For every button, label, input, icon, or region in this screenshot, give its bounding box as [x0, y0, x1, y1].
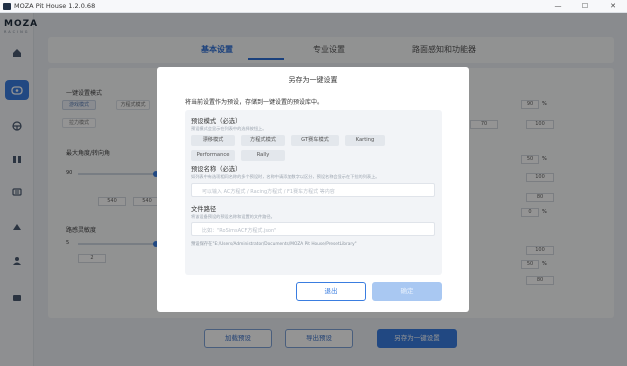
preset-mode-performance[interactable]: Performance — [191, 150, 235, 161]
maximize-button[interactable]: ☐ — [575, 0, 595, 13]
exit-button[interactable]: 退出 — [296, 282, 366, 301]
close-button[interactable]: ✕ — [603, 0, 623, 13]
save-preset-dialog: 另存为一键设置 将当前设置作为预设，存储到一键设置的预设库中。 预设模式（必选）… — [157, 67, 469, 312]
window-title: MOZA Pit House 1.2.0.68 — [14, 2, 96, 10]
file-path-subtitle: 将该设备预设的预设名称和设置的文件路径。 — [191, 214, 275, 219]
preset-mode-title: 预设模式（必选） — [191, 118, 242, 125]
preset-mode-karting[interactable]: Karting — [345, 135, 385, 146]
file-path-placeholder: 比如："RoSimsACF方程式.json" — [202, 228, 277, 234]
dialog-title: 另存为一键设置 — [288, 76, 338, 84]
file-path-hint: 预设保存在"E:/Users/Administrator/Documents/M… — [191, 242, 357, 247]
file-path-title: 文件路径 — [191, 206, 217, 213]
confirm-button[interactable]: 确定 — [372, 282, 442, 301]
preset-name-title: 预设名称（必选） — [191, 166, 242, 173]
preset-mode-formula[interactable]: 方程式模式 — [241, 135, 285, 146]
minimize-button[interactable]: — — [548, 0, 568, 13]
preset-name-input[interactable]: 可以输入 AC方程式 / Racing方程式 / F1赛车方程式 等内容 — [191, 183, 435, 197]
preset-mode-drift[interactable]: 漂移模式 — [191, 135, 235, 146]
file-path-input[interactable]: 比如："RoSimsACF方程式.json" — [191, 222, 435, 236]
preset-name-subtitle: 如列表中有选项相同名称的多个预设时，名称中请添加数字以区分，预设名称会显示在下拉… — [191, 174, 380, 179]
preset-mode-rally[interactable]: Rally — [241, 150, 285, 161]
dialog-form: 预设模式（必选） 预设模式会显示在列表中的选择按钮上。 漂移模式 方程式模式 G… — [185, 110, 442, 275]
dialog-description: 将当前设置作为预设，存储到一键设置的预设库中。 — [185, 99, 324, 106]
preset-mode-gt[interactable]: GT赛车模式 — [291, 135, 339, 146]
app-logo-icon — [3, 3, 11, 10]
preset-name-placeholder: 可以输入 AC方程式 / Racing方程式 / F1赛车方程式 等内容 — [202, 189, 335, 195]
preset-mode-subtitle: 预设模式会显示在列表中的选择按钮上。 — [191, 126, 267, 131]
title-bar: MOZA Pit House 1.2.0.68 — ☐ ✕ — [0, 0, 627, 13]
